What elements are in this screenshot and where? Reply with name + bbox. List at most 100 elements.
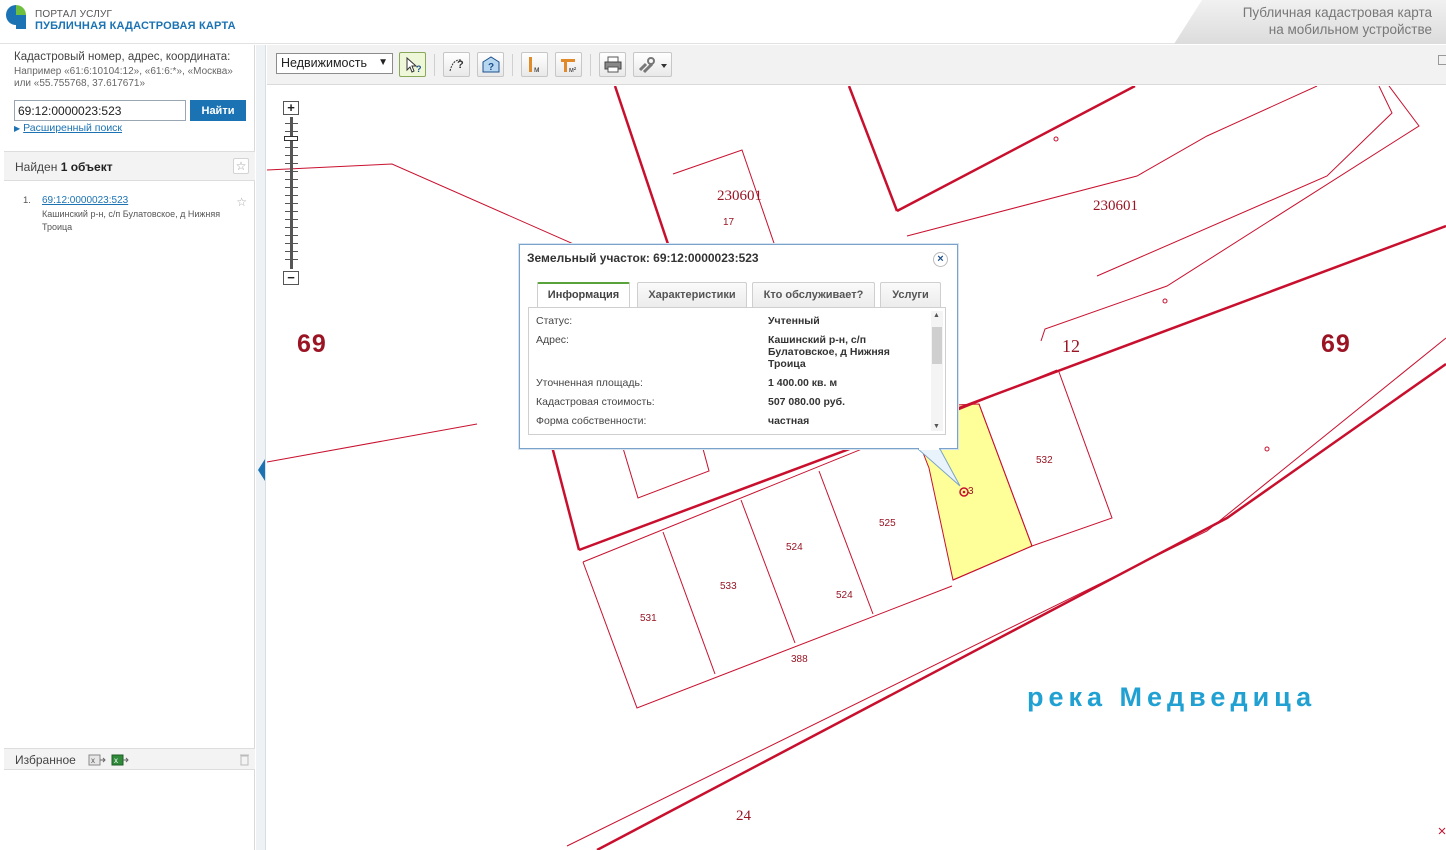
close-icon[interactable]: ×	[933, 252, 948, 267]
result-address: Кашинский р-н, с/п Булатовское, д Нижняя…	[42, 209, 221, 232]
link-menu-button[interactable]	[633, 52, 672, 77]
favorites-export-icon[interactable]: x	[88, 753, 106, 767]
tab-information[interactable]: Информация	[537, 282, 630, 307]
map-help-button[interactable]: ?	[477, 52, 504, 77]
measure-help-icon: ?	[449, 59, 464, 72]
zoom-tick	[285, 211, 298, 212]
parcel-label: 3	[968, 486, 974, 497]
zoom-tick	[285, 251, 298, 252]
results-count: Найден 1 объект	[15, 160, 113, 174]
zoom-tick	[285, 227, 298, 228]
results-found-prefix: Найден	[15, 160, 58, 174]
region-number-right: 69	[1321, 330, 1351, 358]
scrollbar-thumb[interactable]	[932, 327, 942, 364]
panel-splitter[interactable]	[256, 45, 266, 850]
pointer-identify-icon: ?	[406, 56, 422, 74]
toolbar-separator	[434, 54, 435, 76]
advanced-search-link[interactable]: ▶ Расширенный поиск	[14, 122, 122, 134]
zoom-tick	[285, 163, 298, 164]
layer-select[interactable]: Недвижимость ▼	[276, 53, 393, 74]
zoom-in-button[interactable]: +	[283, 101, 299, 115]
zoom-tick	[285, 195, 298, 196]
result-cadastral-link[interactable]: 69:12:0000023:523	[42, 195, 128, 206]
info-value: Учтенный	[768, 315, 820, 327]
search-button[interactable]: Найти	[190, 100, 246, 121]
tab-who-serves[interactable]: Кто обслуживает?	[752, 282, 875, 307]
measure-length-button[interactable]: м	[521, 52, 548, 77]
map-help-icon: ?	[482, 56, 500, 73]
parcel-info-popup: Земельный участок: 69:12:0000023:523 × И…	[519, 244, 958, 449]
add-all-favorites-star-icon[interactable]: ☆	[233, 158, 249, 174]
trash-icon[interactable]	[239, 753, 250, 766]
portal-label[interactable]: ПОРТАЛ УСЛУГ	[35, 9, 112, 20]
info-label: Форма собственности:	[536, 415, 647, 427]
measure-length-icon: м	[529, 57, 540, 74]
parcel-label: 525	[879, 518, 896, 529]
zoom-tick	[285, 171, 298, 172]
tab-characteristics[interactable]: Характеристики	[637, 282, 747, 307]
zoom-tick	[285, 155, 298, 156]
parcel-label: 12	[1062, 336, 1080, 356]
portal-logo-icon[interactable]	[4, 3, 28, 33]
scroll-down-icon[interactable]: ▼	[933, 423, 940, 430]
dropdown-arrow-icon: ▼	[378, 57, 388, 68]
info-value: Кашинский р-н, с/п Булатовское, д Нижняя…	[768, 334, 890, 370]
print-icon	[604, 56, 622, 73]
parcel-label: 524	[786, 542, 803, 553]
search-input[interactable]	[14, 100, 186, 121]
measure-area-button[interactable]: м²	[555, 52, 582, 77]
expand-arrow-icon: ▶	[14, 124, 21, 133]
tab-services[interactable]: Услуги	[880, 282, 941, 307]
toolbar-expand-icon[interactable]	[1438, 55, 1446, 65]
zoom-tick	[285, 259, 298, 260]
advanced-search-label[interactable]: Расширенный поиск	[23, 122, 122, 134]
search-hint-example: Например «61:6:10104:12», «61:6:*», «Мос…	[14, 66, 233, 89]
favorites-import-icon[interactable]: x	[111, 753, 129, 767]
layer-select-value: Недвижимость	[281, 56, 367, 70]
parcel-label: 17	[723, 217, 735, 228]
parcel-label: 388	[791, 654, 808, 665]
collapse-panel-arrow-icon[interactable]	[258, 459, 265, 481]
measure-area-icon: м²	[561, 59, 577, 74]
mobile-link-line2[interactable]: на мобильном устройстве	[1269, 22, 1432, 37]
parcel-label: 531	[640, 613, 657, 624]
favorites-header: Избранное x x	[4, 748, 255, 770]
favorites-label: Избранное	[15, 753, 76, 767]
parcel-label: 532	[1036, 455, 1053, 466]
zoom-tick	[285, 147, 298, 148]
map-boundaries	[267, 86, 1446, 850]
toolbar-separator	[512, 54, 513, 76]
mobile-version-link[interactable]: Публичная кадастровая карта на мобильном…	[1174, 0, 1446, 44]
zoom-tick	[285, 235, 298, 236]
link-icon	[638, 57, 667, 74]
popup-scrollbar[interactable]: ▲ ▼	[931, 311, 943, 431]
info-label: Статус:	[536, 315, 573, 327]
info-label: Адрес:	[536, 334, 569, 346]
popup-title: Земельный участок: 69:12:0000023:523	[527, 251, 759, 265]
app-title[interactable]: ПУБЛИЧНАЯ КАДАСТРОВАЯ КАРТА	[35, 20, 236, 32]
parcel-label: 533	[720, 581, 737, 592]
zoom-tick	[285, 243, 298, 244]
info-label: Уточненная площадь:	[536, 377, 643, 389]
measure-help-button[interactable]: ?	[443, 52, 470, 77]
region-number-left: 69	[297, 330, 327, 358]
search-panel: Кадастровый номер, адрес, координата: На…	[4, 45, 255, 850]
zoom-out-button[interactable]: −	[283, 271, 299, 285]
zoom-tick	[285, 179, 298, 180]
parcel-label: 524	[836, 590, 853, 601]
zoom-tick	[285, 131, 298, 132]
list-item[interactable]: 1. 69:12:0000023:523 Кашинский р-н, с/п …	[4, 190, 255, 240]
favorite-star-icon[interactable]: ☆	[236, 195, 247, 209]
result-number: 1.	[23, 195, 31, 206]
zoom-control: + −	[283, 101, 301, 287]
identify-tool-button[interactable]: ?	[399, 52, 426, 77]
scroll-up-icon[interactable]: ▲	[933, 312, 940, 319]
zoom-slider-handle[interactable]	[284, 136, 298, 141]
results-header: Найден 1 объект ☆	[4, 151, 255, 181]
map-canvas[interactable]: 69 69 230601 230601 17 12 532 525 524 52…	[267, 86, 1446, 850]
svg-text:м: м	[534, 65, 540, 74]
mobile-link-line1[interactable]: Публичная кадастровая карта	[1243, 5, 1432, 20]
results-found-count: 1 объект	[60, 160, 113, 174]
river-label: река Медведица	[1027, 682, 1317, 712]
print-button[interactable]	[599, 52, 626, 77]
